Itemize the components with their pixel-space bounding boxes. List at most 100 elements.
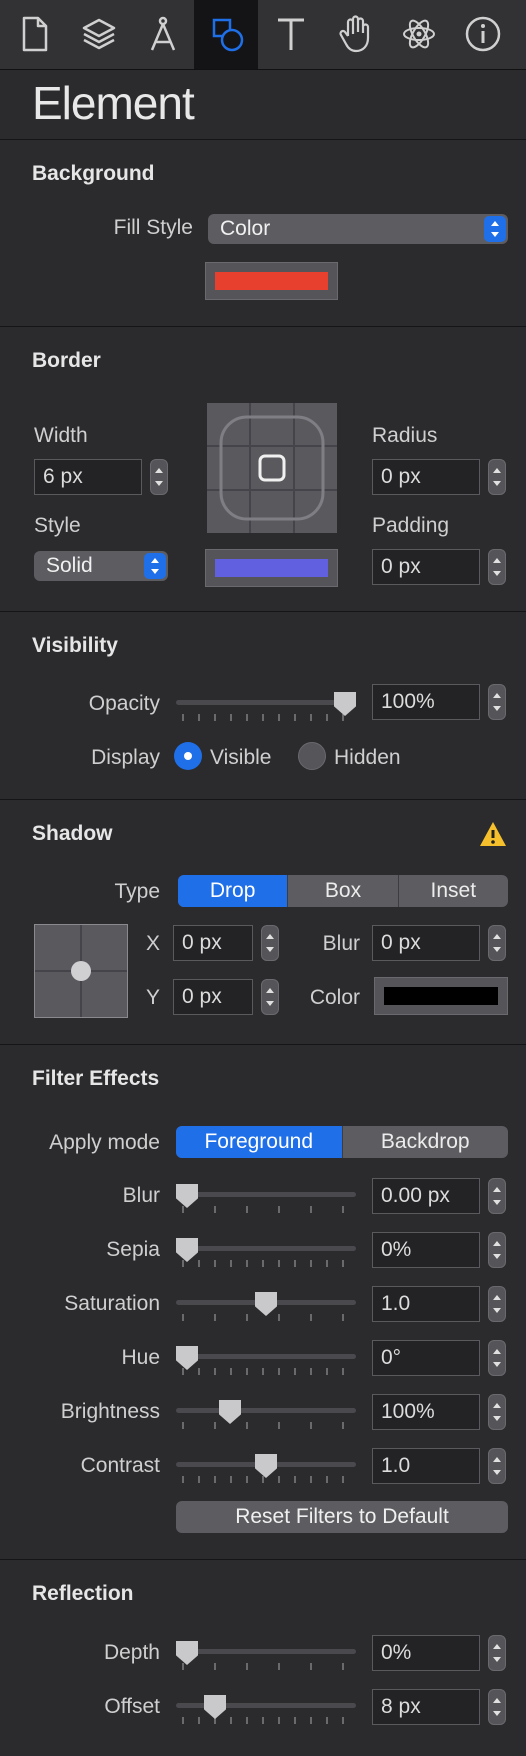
- slider-thumb[interactable]: [255, 1292, 277, 1316]
- hand-icon[interactable]: [322, 0, 386, 69]
- apply-mode-segmented: Foreground Backdrop: [176, 1126, 508, 1158]
- width-stepper[interactable]: [150, 459, 168, 495]
- slider-thumb[interactable]: [334, 692, 356, 716]
- blur-field[interactable]: 0 px: [372, 925, 480, 961]
- shadow-offset-pad[interactable]: [34, 924, 128, 1018]
- segment-backdrop[interactable]: Backdrop: [343, 1126, 509, 1158]
- slider-thumb[interactable]: [204, 1695, 226, 1719]
- slider-thumb[interactable]: [255, 1454, 277, 1478]
- document-icon[interactable]: [2, 0, 66, 69]
- y-label: Y: [146, 986, 161, 1009]
- blur-stepper[interactable]: [488, 925, 506, 961]
- hidden-label: Hidden: [334, 746, 401, 769]
- depth-field[interactable]: 0%: [372, 1635, 480, 1671]
- slider-thumb[interactable]: [176, 1184, 198, 1208]
- hue-field[interactable]: 0°: [372, 1340, 480, 1376]
- x-label: X: [146, 932, 161, 955]
- section-heading: Background: [32, 162, 155, 185]
- visibility-section: Visibility Opacity 100% Display Visible …: [0, 612, 526, 800]
- saturation-slider[interactable]: [176, 1290, 356, 1330]
- shadow-section: Shadow Type Drop Box Inset X 0 px Y 0 px…: [0, 800, 526, 1045]
- contrast-field[interactable]: 1.0: [372, 1448, 480, 1484]
- style-label: Style: [34, 514, 81, 537]
- segment-box[interactable]: Box: [288, 875, 399, 907]
- blur-stepper[interactable]: [488, 1178, 506, 1214]
- fill-style-label: Fill Style: [113, 216, 193, 239]
- hue-stepper[interactable]: [488, 1340, 506, 1376]
- text-icon[interactable]: [258, 0, 322, 69]
- brightness-field[interactable]: 100%: [372, 1394, 480, 1430]
- section-heading: Shadow: [32, 822, 113, 845]
- radius-label: Radius: [372, 424, 438, 447]
- radius-stepper[interactable]: [488, 459, 506, 495]
- width-label: Width: [34, 424, 88, 447]
- inspector-title-row: Element: [0, 70, 526, 140]
- brightness-label: Brightness: [60, 1400, 160, 1423]
- section-heading: Border: [32, 349, 101, 372]
- opacity-stepper[interactable]: [488, 684, 506, 720]
- fill-style-select[interactable]: Color: [208, 214, 508, 244]
- x-field[interactable]: 0 px: [173, 925, 253, 961]
- slider-thumb[interactable]: [176, 1346, 198, 1370]
- section-heading: Reflection: [32, 1582, 134, 1605]
- border-side-selector[interactable]: [207, 403, 337, 533]
- x-stepper[interactable]: [261, 925, 279, 961]
- reflection-section: Reflection Depth 0% Offset 8 px: [0, 1560, 526, 1756]
- apply-mode-label: Apply mode: [49, 1131, 160, 1154]
- opacity-slider[interactable]: [176, 690, 356, 730]
- style-value: Solid: [46, 554, 93, 577]
- segment-drop[interactable]: Drop: [178, 875, 289, 907]
- brightness-slider[interactable]: [176, 1398, 356, 1438]
- offset-stepper[interactable]: [488, 1689, 506, 1725]
- blur-slider[interactable]: [176, 1182, 356, 1222]
- hidden-radio[interactable]: [298, 742, 326, 770]
- slider-thumb[interactable]: [219, 1400, 241, 1424]
- section-heading: Visibility: [32, 634, 118, 657]
- brightness-stepper[interactable]: [488, 1394, 506, 1430]
- fill-color-well[interactable]: [205, 262, 338, 300]
- blur-field[interactable]: 0.00 px: [372, 1178, 480, 1214]
- sepia-slider[interactable]: [176, 1236, 356, 1276]
- offset-slider[interactable]: [176, 1693, 356, 1733]
- depth-stepper[interactable]: [488, 1635, 506, 1671]
- reset-filters-button[interactable]: Reset Filters to Default: [176, 1501, 508, 1533]
- visible-radio[interactable]: [174, 742, 202, 770]
- style-select[interactable]: Solid: [34, 551, 168, 581]
- sepia-stepper[interactable]: [488, 1232, 506, 1268]
- width-field[interactable]: 6 px: [34, 459, 142, 495]
- shadow-color-well[interactable]: [374, 977, 508, 1015]
- shapes-icon[interactable]: [194, 0, 258, 69]
- compass-icon[interactable]: [130, 0, 194, 69]
- saturation-stepper[interactable]: [488, 1286, 506, 1322]
- offset-field[interactable]: 8 px: [372, 1689, 480, 1725]
- y-field[interactable]: 0 px: [173, 979, 253, 1015]
- segment-foreground[interactable]: Foreground: [176, 1126, 343, 1158]
- border-section: Border Width 6 px Style Solid Radius 0 p…: [0, 327, 526, 612]
- contrast-stepper[interactable]: [488, 1448, 506, 1484]
- section-heading: Filter Effects: [32, 1067, 160, 1090]
- contrast-slider[interactable]: [176, 1452, 356, 1492]
- padding-field[interactable]: 0 px: [372, 549, 480, 585]
- atom-icon[interactable]: [386, 0, 450, 69]
- segment-inset[interactable]: Inset: [399, 875, 508, 907]
- radius-field[interactable]: 0 px: [372, 459, 480, 495]
- slider-thumb[interactable]: [176, 1641, 198, 1665]
- blur-label: Blur: [322, 932, 360, 955]
- slider-thumb[interactable]: [176, 1238, 198, 1262]
- layers-icon[interactable]: [66, 0, 130, 69]
- depth-slider[interactable]: [176, 1639, 356, 1679]
- info-icon[interactable]: [450, 0, 514, 69]
- saturation-label: Saturation: [64, 1292, 160, 1315]
- saturation-field[interactable]: 1.0: [372, 1286, 480, 1322]
- fill-style-value: Color: [220, 217, 271, 240]
- chevron-updown-icon: [484, 216, 506, 242]
- depth-label: Depth: [103, 1641, 160, 1664]
- padding-stepper[interactable]: [488, 549, 506, 585]
- hue-slider[interactable]: [176, 1344, 356, 1384]
- opacity-field[interactable]: 100%: [372, 684, 480, 720]
- border-color-well[interactable]: [205, 549, 338, 587]
- y-stepper[interactable]: [261, 979, 279, 1015]
- hue-label: Hue: [121, 1346, 160, 1369]
- sepia-field[interactable]: 0%: [372, 1232, 480, 1268]
- warning-icon[interactable]: [478, 820, 508, 848]
